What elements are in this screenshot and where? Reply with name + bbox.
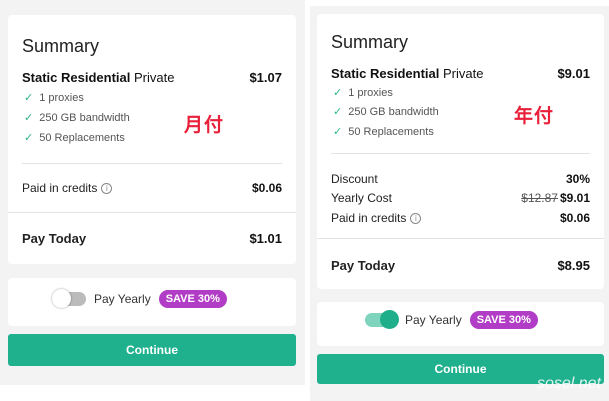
pay-yearly-toggle[interactable] <box>52 289 86 308</box>
summary-card-monthly: Summary Static Residential Private $1.07… <box>8 15 296 264</box>
toggle-card-monthly: Pay Yearly SAVE 30% <box>8 278 296 326</box>
divider <box>331 153 590 154</box>
save-badge: SAVE 30% <box>469 311 538 329</box>
watermark: sosel.net <box>536 375 601 392</box>
feature-item: ✓ 1 proxies <box>333 86 393 100</box>
plan-price: $9.01 <box>557 66 590 81</box>
feature-label: 250 GB bandwidth <box>348 105 439 118</box>
plan-name: Static Residential Private <box>331 66 483 81</box>
credits-label-text: Paid in credits <box>22 181 98 195</box>
summary-card-yearly: Summary Static Residential Private $9.01… <box>317 14 604 289</box>
pay-yearly-label: Pay Yearly <box>94 292 151 306</box>
yearly-cost-value: $12.87 $9.01 <box>521 191 590 205</box>
summary-title: Summary <box>22 36 100 56</box>
yearly-panel: Summary Static Residential Private $9.01… <box>310 6 609 401</box>
check-icon: ✓ <box>333 106 343 118</box>
summary-title: Summary <box>331 32 409 52</box>
check-icon: ✓ <box>333 87 343 99</box>
feature-label: 1 proxies <box>348 86 393 99</box>
feature-item: ✓ 250 GB bandwidth <box>24 111 130 125</box>
check-icon: ✓ <box>24 132 34 144</box>
plan-price: $1.07 <box>249 70 282 85</box>
credits-value: $0.06 <box>559 211 590 225</box>
credits-label: Paid in credits i <box>331 211 422 225</box>
pay-yearly-toggle[interactable] <box>365 310 399 329</box>
divider <box>8 212 296 213</box>
plan-tier: Private <box>443 66 484 81</box>
yearly-cost-original: $12.87 <box>521 191 558 205</box>
toggle-knob <box>380 310 399 329</box>
pay-today-label: Pay Today <box>331 258 396 273</box>
pay-yearly-toggle-row: Pay Yearly SAVE 30% <box>52 289 227 308</box>
annotation-monthly: 月付 <box>184 115 225 136</box>
yearly-cost-label: Yearly Cost <box>331 191 392 205</box>
save-badge: SAVE 30% <box>158 290 227 308</box>
pay-yearly-label: Pay Yearly <box>405 313 462 327</box>
annotation-yearly: 年付 <box>514 106 555 127</box>
plan-name: Static Residential Private <box>22 70 174 85</box>
yearly-cost-discounted: $9.01 <box>559 191 590 205</box>
plan-tier: Private <box>134 70 175 85</box>
credits-value: $0.06 <box>251 181 282 195</box>
toggle-card-yearly: Pay Yearly SAVE 30% <box>317 302 604 346</box>
check-icon: ✓ <box>24 112 34 124</box>
pay-today-value: $1.01 <box>249 231 282 246</box>
pay-yearly-toggle-row: Pay Yearly SAVE 30% <box>365 310 538 329</box>
check-icon: ✓ <box>333 126 343 138</box>
feature-item: ✓ 1 proxies <box>24 91 84 105</box>
feature-item: ✓ 250 GB bandwidth <box>333 105 439 119</box>
monthly-panel: Summary Static Residential Private $1.07… <box>0 0 305 385</box>
credits-label: Paid in credits i <box>22 181 113 195</box>
divider <box>22 163 282 164</box>
toggle-knob <box>52 289 71 308</box>
info-icon[interactable]: i <box>410 212 422 224</box>
discount-value: 30% <box>565 172 590 186</box>
divider <box>317 238 604 239</box>
pay-today-label: Pay Today <box>22 231 87 246</box>
feature-label: 250 GB bandwidth <box>39 111 130 124</box>
feature-label: 50 Replacements <box>348 125 434 138</box>
continue-button[interactable]: Continue <box>8 334 296 366</box>
check-icon: ✓ <box>24 92 34 104</box>
feature-label: 50 Replacements <box>39 131 125 144</box>
credits-label-text: Paid in credits <box>331 211 407 225</box>
plan-name-label: Static Residential <box>331 66 440 81</box>
feature-item: ✓ 50 Replacements <box>24 131 125 145</box>
discount-label: Discount <box>331 172 378 186</box>
info-icon[interactable]: i <box>101 182 113 194</box>
plan-name-label: Static Residential <box>22 70 131 85</box>
pay-today-value: $8.95 <box>557 258 590 273</box>
feature-item: ✓ 50 Replacements <box>333 125 434 139</box>
feature-label: 1 proxies <box>39 91 84 104</box>
